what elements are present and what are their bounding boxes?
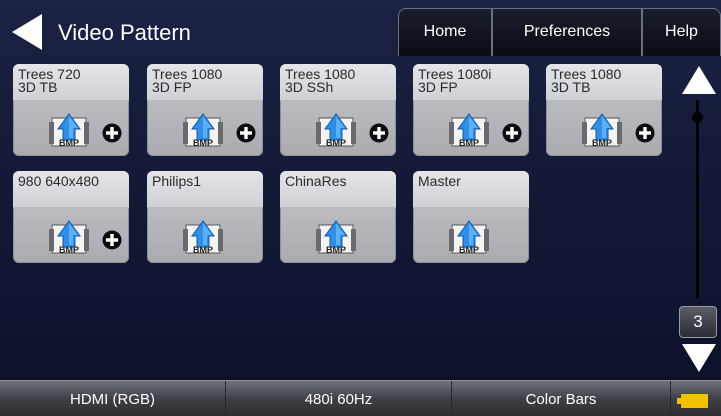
bmp-icon-text: BMP	[193, 245, 213, 255]
tile-label: Master	[418, 173, 461, 189]
tile-header: Philips1	[147, 171, 263, 208]
bmp-icon-text: BMP	[326, 138, 346, 148]
tile-header: Trees 720 3D TB	[13, 64, 129, 101]
tab-help[interactable]: Help	[642, 8, 721, 56]
tile-label: Trees 1080 3D FP	[152, 66, 223, 95]
status-format[interactable]: 480i 60Hz	[226, 381, 452, 416]
tile-label: Trees 1080 3D SSh	[285, 66, 356, 95]
status-interface[interactable]: HDMI (RGB)	[0, 381, 226, 416]
bmp-icon-text: BMP	[59, 138, 79, 148]
bmp-icon-text: BMP	[326, 245, 346, 255]
add-plus-icon[interactable]	[102, 123, 122, 143]
tile-header: Trees 1080i 3D FP	[413, 64, 529, 101]
page-title: Video Pattern	[58, 20, 191, 45]
add-plus-icon[interactable]	[502, 123, 522, 143]
add-plus-icon[interactable]	[635, 123, 655, 143]
tile-label: ChinaRes	[285, 173, 347, 189]
back-arrow-icon[interactable]	[10, 12, 44, 52]
tile-header: Trees 1080 3D FP	[147, 64, 263, 101]
tile-label: Philips1	[152, 173, 202, 189]
bmp-file-icon: BMP	[449, 113, 489, 148]
bmp-icon-text: BMP	[592, 138, 612, 148]
tab-preferences[interactable]: Preferences	[492, 8, 642, 56]
header: Video Pattern Home Preferences Help	[0, 0, 721, 58]
tile-label: Trees 1080 3D TB	[551, 66, 622, 95]
pattern-tile[interactable]: Trees 720 3D TB BMP	[13, 64, 129, 156]
battery-icon	[677, 394, 708, 408]
bmp-file-icon: BMP	[49, 113, 89, 148]
status-pattern[interactable]: Color Bars	[452, 381, 671, 416]
tile-label: Trees 1080i 3D FP	[418, 66, 492, 95]
scroll-track[interactable]	[696, 100, 699, 298]
pattern-tile[interactable]: Trees 1080 3D TB BMP	[546, 64, 662, 156]
pattern-tile[interactable]: Master BMP	[413, 171, 529, 263]
status-bar: HDMI (RGB) 480i 60Hz Color Bars	[0, 380, 721, 416]
pattern-tile[interactable]: 980 640x480 BMP	[13, 171, 129, 263]
tab-home[interactable]: Home	[398, 8, 492, 56]
tile-header: Master	[413, 171, 529, 208]
bmp-file-icon: BMP	[183, 113, 223, 148]
bmp-icon-text: BMP	[59, 245, 79, 255]
pattern-tile[interactable]: ChinaRes BMP	[280, 171, 396, 263]
bmp-file-icon: BMP	[449, 220, 489, 255]
tile-header: Trees 1080 3D SSh	[280, 64, 396, 101]
scroll-thumb[interactable]	[692, 112, 703, 123]
add-plus-icon[interactable]	[369, 123, 389, 143]
tile-header: 980 640x480	[13, 171, 129, 208]
bmp-icon-text: BMP	[459, 245, 479, 255]
add-plus-icon[interactable]	[236, 123, 256, 143]
add-plus-icon[interactable]	[102, 230, 122, 250]
pattern-tile[interactable]: Trees 1080 3D FP BMP	[147, 64, 263, 156]
scroll-up-arrow-icon[interactable]	[680, 64, 718, 96]
bmp-icon-text: BMP	[459, 138, 479, 148]
bmp-file-icon: BMP	[316, 220, 356, 255]
tile-label: Trees 720 3D TB	[18, 66, 81, 95]
pattern-tile[interactable]: Trees 1080i 3D FP BMP	[413, 64, 529, 156]
bmp-file-icon: BMP	[316, 113, 356, 148]
tile-header: ChinaRes	[280, 171, 396, 208]
tile-label: 980 640x480	[18, 173, 99, 189]
screen: Video Pattern Home Preferences Help Tree…	[0, 0, 721, 416]
pattern-tile[interactable]: Trees 1080 3D SSh BMP	[280, 64, 396, 156]
bmp-file-icon: BMP	[49, 220, 89, 255]
scroll-down-arrow-icon[interactable]	[680, 342, 718, 374]
bmp-icon-text: BMP	[193, 138, 213, 148]
bmp-file-icon: BMP	[582, 113, 622, 148]
tile-header: Trees 1080 3D TB	[546, 64, 662, 101]
bmp-file-icon: BMP	[183, 220, 223, 255]
pattern-tile[interactable]: Philips1 BMP	[147, 171, 263, 263]
page-number-badge: 3	[679, 306, 717, 338]
